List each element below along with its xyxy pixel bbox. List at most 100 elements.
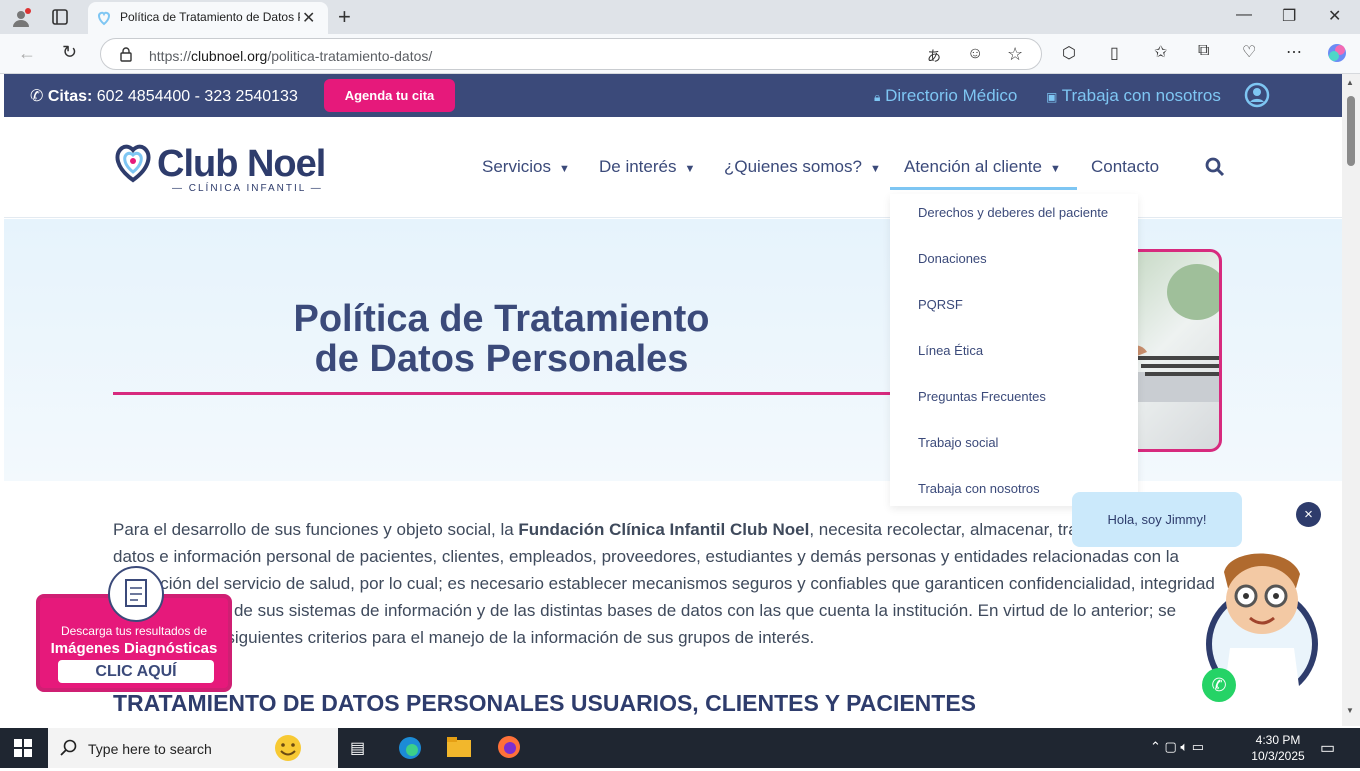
windows-taskbar: Type here to search ▤ ⌃ ▢ 🔈︎ ▭ 4:30 PM 1… (0, 728, 1360, 768)
hero-banner: Política de Tratamiento de Datos Persona… (4, 219, 1342, 481)
xray-document-icon (108, 566, 164, 622)
edge-taskbar-icon[interactable] (396, 734, 424, 767)
system-tray-icons[interactable]: ⌃ ▢ 🔈︎ ▭ (1150, 739, 1204, 755)
split-screen-icon[interactable]: ▯ (1110, 43, 1119, 63)
task-view-icon[interactable]: ▤ (350, 738, 365, 758)
dropdown-item-trabajo-social[interactable]: Trabajo social (918, 435, 998, 450)
atencion-cliente-dropdown: Derechos y deberes del paciente Donacion… (890, 194, 1138, 506)
taskbar-clock[interactable]: 4:30 PM 10/3/2025 (1246, 732, 1310, 764)
profile-icon[interactable] (10, 7, 32, 29)
collections-icon[interactable]: ⧉ (1198, 42, 1209, 60)
top-bar: ✆ Citas: 602 4854400 - 323 2540133 Agend… (4, 74, 1342, 117)
intro-bold-name: Fundación Clínica Infantil Club Noel (518, 520, 810, 539)
trabaja-con-nosotros-link[interactable]: ▣ Trabaja con nosotros (1046, 86, 1221, 106)
nav-atencion-cliente-label: Atención al cliente (904, 157, 1042, 176)
clock-date: 10/3/2025 (1251, 749, 1305, 763)
favicon-icon (96, 10, 112, 31)
dropdown-item-pqrsf[interactable]: PQRSF (918, 297, 963, 312)
intro-text-start: Para el desarrollo de sus funciones y ob… (113, 520, 519, 539)
sun-widget-icon[interactable] (270, 730, 306, 771)
tab-title: Política de Tratamiento de Datos P (120, 10, 300, 24)
clock-time: 4:30 PM (1255, 733, 1301, 747)
search-icon[interactable] (1205, 157, 1225, 182)
nav-de-interes[interactable]: De interés ▼ (599, 157, 695, 177)
directorio-medico-link[interactable]: 🔒︎ Directorio Médico (874, 86, 1017, 106)
clic-aqui-button[interactable]: CLIC AQUÍ (58, 660, 214, 683)
page-title-line2: de Datos Personales (314, 338, 689, 380)
notifications-icon[interactable]: ▭ (1320, 738, 1335, 758)
file-explorer-icon[interactable] (446, 736, 472, 763)
chevron-down-icon: ▼ (1049, 163, 1061, 175)
taskbar-search-placeholder: Type here to search (88, 741, 212, 757)
user-account-icon[interactable] (1244, 82, 1270, 113)
nav-servicios-label: Servicios (482, 157, 551, 176)
read-aloud-icon[interactable]: あ (927, 46, 941, 66)
dropdown-item-preguntas[interactable]: Preguntas Frecuentes (918, 389, 1046, 404)
title-underline (113, 392, 890, 395)
address-bar-row: ← ↻ https://clubnoel.org/politica-tratam… (0, 34, 1360, 74)
chevron-down-icon: ▼ (684, 163, 696, 175)
windows-start-icon[interactable] (14, 739, 32, 762)
nav-atencion-cliente[interactable]: Atención al cliente ▼ (904, 157, 1061, 177)
logo-heart-icon[interactable] (112, 142, 154, 189)
browser-tab-bar: Política de Tratamiento de Datos P ✕ + —… (0, 0, 1360, 34)
phone-icon: ✆ (30, 88, 44, 105)
chat-greeting-bubble[interactable]: Hola, soy Jimmy! (1072, 492, 1242, 547)
banner-line2: Imágenes Diagnósticas (50, 640, 218, 657)
tab-actions-icon[interactable] (50, 8, 70, 28)
page-title: Política de Tratamiento de Datos Persona… (113, 299, 890, 379)
back-icon[interactable]: ← (18, 43, 36, 64)
directorio-medico-label: Directorio Médico (885, 86, 1018, 105)
lock-small-icon: 🔒︎ (874, 90, 881, 104)
extensions-icon[interactable]: ⬡ (1062, 43, 1076, 63)
web-page: ✆ Citas: 602 4854400 - 323 2540133 Agend… (4, 74, 1342, 726)
more-tools-icon[interactable]: ☺ (967, 45, 983, 63)
scroll-up-icon[interactable]: ▲ (1346, 78, 1354, 87)
performance-icon[interactable]: ♡ (1242, 42, 1256, 62)
settings-more-icon[interactable]: ⋯ (1286, 42, 1302, 62)
url-field[interactable]: https://clubnoel.org/politica-tratamient… (100, 38, 1042, 70)
nav-contacto[interactable]: Contacto (1091, 157, 1159, 177)
refresh-icon[interactable]: ↻ (62, 42, 77, 63)
nav-de-interes-label: De interés (599, 157, 677, 176)
scrollbar-thumb[interactable] (1347, 96, 1355, 166)
nav-servicios[interactable]: Servicios ▼ (482, 157, 570, 177)
page-title-line1: Política de Tratamiento (293, 298, 710, 340)
whatsapp-icon[interactable]: ✆ (1202, 668, 1236, 702)
search-icon (60, 739, 78, 762)
chevron-down-icon: ▼ (558, 163, 570, 175)
dropdown-item-trabaja-nosotros[interactable]: Trabaja con nosotros (918, 481, 1040, 496)
taskbar-search-box[interactable]: Type here to search (48, 728, 338, 768)
dropdown-item-donaciones[interactable]: Donaciones (918, 251, 987, 266)
phone-label: Citas: (47, 88, 93, 105)
scroll-down-icon[interactable]: ▼ (1346, 706, 1354, 715)
firefox-icon[interactable] (496, 734, 522, 765)
nav-quienes-somos-label: ¿Quienes somos? (724, 157, 862, 176)
dropdown-item-derechos[interactable]: Derechos y deberes del paciente (918, 205, 1108, 220)
close-window-icon[interactable]: ✕ (1328, 6, 1341, 26)
lock-icon[interactable] (119, 46, 133, 67)
logo-subtitle: — CLÍNICA INFANTIL — (172, 183, 323, 194)
page-scrollbar[interactable]: ▲ ▼ (1342, 74, 1360, 726)
section-heading: TRATAMIENTO DE DATOS PERSONALES USUARIOS… (113, 690, 977, 716)
chevron-down-icon: ▼ (869, 163, 881, 175)
restore-icon[interactable]: ❐ (1282, 6, 1296, 26)
close-tab-icon[interactable]: ✕ (302, 8, 315, 28)
new-tab-icon[interactable]: + (338, 4, 351, 30)
agenda-cita-button[interactable]: Agenda tu cita (324, 79, 455, 112)
minimize-icon[interactable]: — (1236, 6, 1252, 24)
active-tab[interactable]: Política de Tratamiento de Datos P ✕ (88, 2, 328, 34)
copilot-icon[interactable] (1326, 42, 1348, 69)
favorite-star-icon[interactable]: ☆ (1007, 44, 1023, 65)
nav-quienes-somos[interactable]: ¿Quienes somos? ▼ (724, 157, 881, 177)
dropdown-item-linea-etica[interactable]: Línea Ética (918, 343, 983, 358)
logo-text[interactable]: Club Noel (157, 143, 326, 186)
banner-line1: Descarga tus resultados de (60, 624, 208, 638)
intro-text-end: , necesita recolectar, almacenar, tratar… (113, 520, 1215, 647)
chat-close-button[interactable]: × (1296, 502, 1321, 527)
trabaja-con-nosotros-label: Trabaja con nosotros (1061, 86, 1221, 105)
briefcase-icon: ▣ (1046, 90, 1058, 104)
phone-info: ✆ Citas: 602 4854400 - 323 2540133 (30, 86, 298, 106)
hero-laptop-image (1124, 249, 1222, 452)
favorites-icon[interactable]: ✩ (1154, 42, 1167, 62)
